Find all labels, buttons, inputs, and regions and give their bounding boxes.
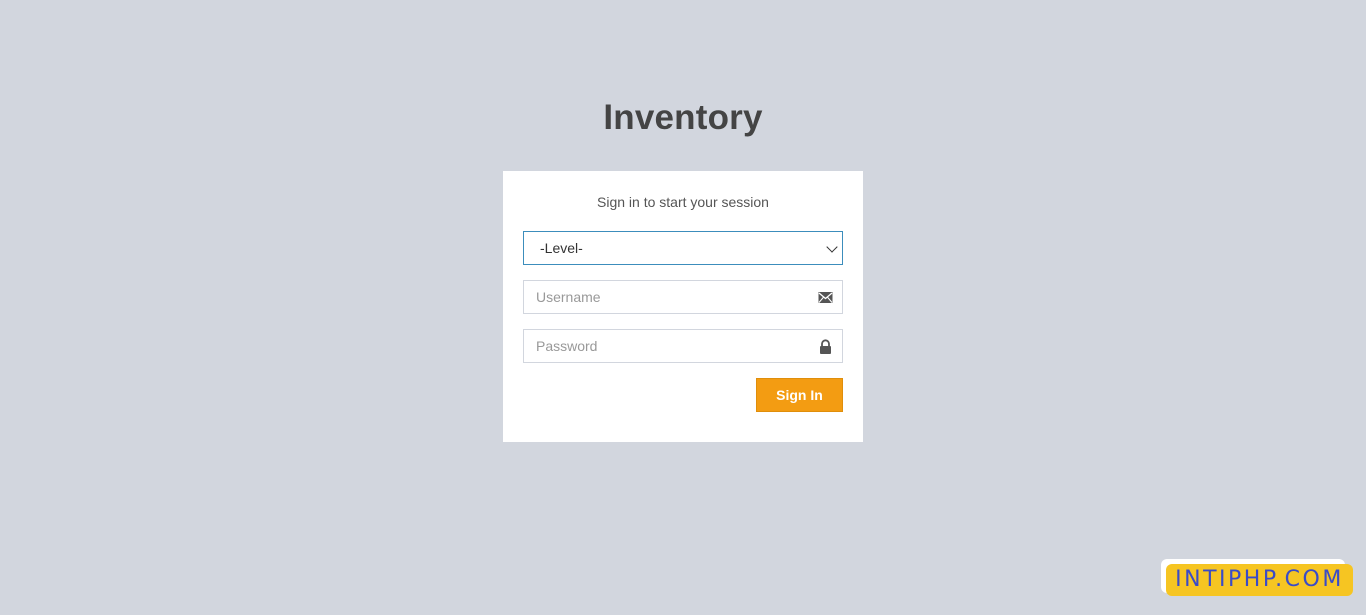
password-field-wrapper: [523, 329, 843, 363]
actions-row: Sign In: [523, 378, 843, 412]
login-message: Sign in to start your session: [597, 194, 769, 210]
lock-icon: [820, 339, 831, 354]
app-title: Inventory: [603, 98, 763, 137]
login-page: Inventory Sign in to start your session …: [0, 0, 1366, 615]
watermark-text: INTIPHP.COM: [1166, 564, 1353, 596]
password-input[interactable]: [524, 330, 842, 362]
sign-in-button[interactable]: Sign In: [756, 378, 843, 412]
level-select[interactable]: -Level-: [523, 231, 843, 265]
username-input[interactable]: [524, 281, 842, 313]
login-box: Sign in to start your session -Level- Si…: [503, 171, 863, 442]
level-select-value: -Level-: [540, 240, 583, 256]
envelope-icon: [818, 292, 833, 303]
watermark-badge: INTIPHP.COM: [1161, 559, 1353, 597]
chevron-down-icon: [826, 241, 838, 253]
username-field-wrapper: [523, 280, 843, 314]
